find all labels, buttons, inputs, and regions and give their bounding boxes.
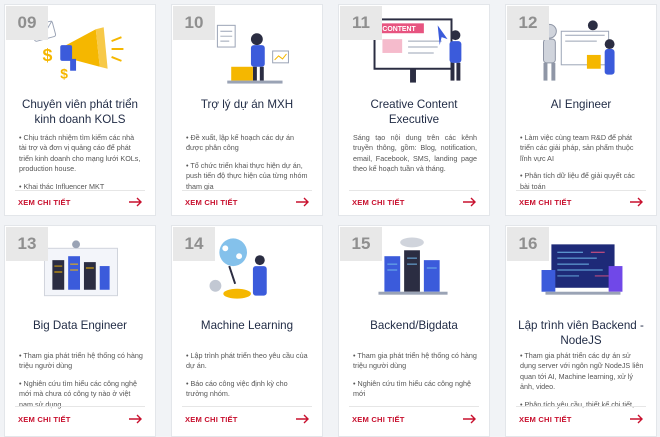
- arrow-right-icon[interactable]: [129, 197, 143, 207]
- job-card: CONTENT 11 Creative Content Executive Sá…: [338, 4, 490, 216]
- divider: [182, 406, 312, 407]
- card-number: 11: [340, 6, 382, 40]
- arrow-right-icon[interactable]: [630, 197, 644, 207]
- card-number: 16: [507, 227, 549, 261]
- job-description: • Lập trình phát triển theo yêu cầu của …: [186, 351, 310, 407]
- job-title[interactable]: Big Data Engineer: [13, 318, 147, 333]
- description-bullet: • Phân tích yêu cầu, thiết kế chi tiết,: [520, 399, 634, 409]
- divider: [349, 406, 479, 407]
- divider: [516, 406, 646, 407]
- card-number: 14: [173, 227, 215, 261]
- job-description: • Tham gia phát triển hệ thống có hàng t…: [19, 351, 143, 417]
- job-card: 16 Lập trình viên Backend - NodeJS • Tha…: [505, 225, 657, 437]
- view-detail-link[interactable]: XEM CHI TIẾT: [18, 415, 71, 424]
- job-card: 14 Machine Learning • Lập trình phát tri…: [171, 225, 323, 437]
- job-title[interactable]: Lập trình viên Backend - NodeJS: [514, 318, 648, 348]
- view-detail-link[interactable]: XEM CHI TIẾT: [519, 198, 572, 207]
- job-card: 12 AI Engineer • Làm việc cùng team R&D …: [505, 4, 657, 216]
- description-bullet: • Báo cáo công việc định kỳ cho trưởng n…: [186, 378, 288, 399]
- svg-text:$: $: [43, 45, 53, 65]
- description-bullet: • Nghiên cứu tìm hiểu các công nghệ mới: [353, 378, 472, 399]
- description-bullet: • Tham gia phát triển hệ thống có hàng t…: [19, 351, 143, 371]
- description-bullet: • Tham gia phát triển hệ thống có hàng t…: [353, 351, 477, 371]
- job-description: • Tham gia phát triển các dự án sử dụng …: [520, 351, 644, 417]
- divider: [516, 190, 646, 191]
- view-detail-link[interactable]: XEM CHI TIẾT: [185, 198, 238, 207]
- svg-text:$: $: [60, 66, 68, 82]
- job-title[interactable]: Trợ lý dự án MXH: [180, 97, 314, 112]
- view-detail-link[interactable]: XEM CHI TIẾT: [185, 415, 238, 424]
- arrow-right-icon[interactable]: [463, 414, 477, 424]
- job-title[interactable]: Machine Learning: [180, 318, 314, 333]
- job-description: Sáng tạo nội dung trên các kênh truyền t…: [353, 133, 477, 182]
- description-bullet: Sáng tạo nội dung trên các kênh truyền t…: [353, 133, 477, 174]
- card-number: 15: [340, 227, 382, 261]
- card-number: 09: [6, 6, 48, 40]
- job-title[interactable]: AI Engineer: [514, 97, 648, 112]
- divider: [349, 190, 479, 191]
- view-detail-link[interactable]: XEM CHI TIẾT: [18, 198, 71, 207]
- divider: [15, 190, 145, 191]
- arrow-right-icon[interactable]: [630, 414, 644, 424]
- description-bullet: • Tham gia phát triển các dự án sử dụng …: [520, 351, 644, 392]
- description-bullet: • Phân tích dữ liệu để giải quyết các bà…: [520, 171, 635, 191]
- content-banner-text: CONTENT: [382, 26, 416, 33]
- job-description: • Tham gia phát triển hệ thống có hàng t…: [353, 351, 477, 407]
- job-title[interactable]: Creative Content Executive: [347, 97, 481, 127]
- job-title[interactable]: Chuyên viên phát triển kinh doanh KOLS: [13, 97, 147, 127]
- description-bullet: • Chịu trách nhiệm tìm kiếm các nhà tài …: [19, 133, 141, 174]
- card-number: 10: [173, 6, 215, 40]
- divider: [15, 406, 145, 407]
- view-detail-link[interactable]: XEM CHI TIẾT: [352, 198, 405, 207]
- card-number: 13: [6, 227, 48, 261]
- description-bullet: • Lập trình phát triển theo yêu cầu của …: [186, 351, 308, 371]
- arrow-right-icon[interactable]: [463, 197, 477, 207]
- arrow-right-icon[interactable]: [296, 414, 310, 424]
- job-title[interactable]: Backend/Bigdata: [347, 318, 481, 333]
- job-card: 15 Backend/Bigdata • Tham gia phát triển…: [338, 225, 490, 437]
- description-bullet: • Tổ chức triển khai thực hiện dự án, pu…: [186, 160, 308, 191]
- description-bullet: • Đề xuất, lập kế hoạch các dự án được p…: [186, 133, 295, 153]
- arrow-right-icon[interactable]: [296, 197, 310, 207]
- job-card: 10 Trợ lý dự án MXH • Đề xuất, lập kế ho…: [171, 4, 323, 216]
- card-number: 12: [507, 6, 549, 40]
- view-detail-link[interactable]: XEM CHI TIẾT: [519, 415, 572, 424]
- arrow-right-icon[interactable]: [129, 414, 143, 424]
- job-card: $ $ 09 Chuyên viên phát triển kinh doanh…: [4, 4, 156, 216]
- description-bullet: • Làm việc cùng team R&D để phát triển c…: [520, 133, 634, 163]
- job-grid: $ $ 09 Chuyên viên phát triển kinh doanh…: [0, 0, 660, 437]
- divider: [182, 190, 312, 191]
- job-card: 13 Big Data Engineer • Tham gia phát tri…: [4, 225, 156, 437]
- view-detail-link[interactable]: XEM CHI TIẾT: [352, 415, 405, 424]
